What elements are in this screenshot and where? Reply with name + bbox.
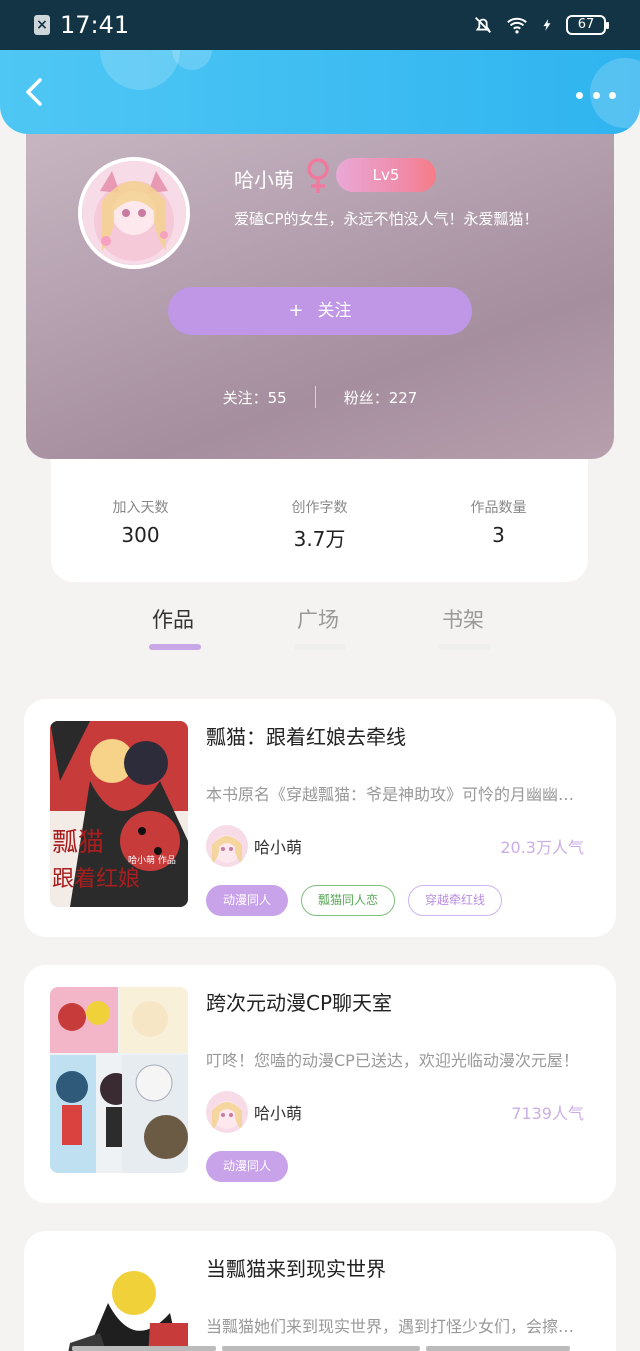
author-avatar[interactable] bbox=[206, 1091, 248, 1133]
work-title[interactable]: 跨次元动漫CP聊天室 bbox=[206, 987, 392, 1016]
more-options-icon[interactable] bbox=[576, 88, 616, 102]
stats-card: 加入天数 300 创作字数 3.7万 作品数量 3 bbox=[51, 459, 588, 582]
female-icon bbox=[307, 158, 329, 193]
decor-bubble bbox=[100, 50, 180, 90]
profile-tabs: 作品 广场 书架 bbox=[0, 604, 640, 656]
tag-list: 动漫同人 bbox=[206, 1151, 289, 1182]
charging-icon bbox=[543, 19, 551, 31]
popularity-count: 7139人气 bbox=[511, 1104, 584, 1123]
work-description: 当瓢猫她们来到现实世界，遇到打怪少女们，会擦… bbox=[206, 1317, 575, 1336]
svg-text:跟着红娘: 跟着红娘 bbox=[52, 867, 140, 892]
tab-indicator bbox=[149, 644, 201, 650]
popularity-count: 20.3万人气 bbox=[500, 838, 584, 857]
author-row: 哈小萌 7139人气 bbox=[206, 1091, 584, 1133]
author-name: 哈小萌 bbox=[254, 838, 303, 857]
wifi-icon bbox=[507, 17, 527, 34]
tag[interactable]: 动漫同人 bbox=[206, 885, 289, 916]
work-description: 叮咚！您嗑的动漫CP已送达，欢迎光临动漫次元屋！ bbox=[206, 1051, 579, 1070]
tag[interactable]: 瓢猫同人恋 bbox=[301, 885, 396, 916]
stat-word-count: 创作字数 3.7万 bbox=[245, 497, 395, 582]
svg-text:瓢猫: 瓢猫 bbox=[52, 828, 104, 858]
follow-counts: 关注：55 粉丝：227 bbox=[26, 386, 614, 408]
work-cover[interactable] bbox=[50, 1253, 188, 1351]
author-row: 哈小萌 20.3万人气 bbox=[206, 825, 584, 867]
app-notification-icon: × bbox=[34, 15, 50, 35]
fans-count[interactable]: 粉丝：227 bbox=[344, 387, 418, 408]
author-name: 哈小萌 bbox=[254, 1104, 303, 1123]
tab-indicator bbox=[294, 644, 346, 650]
scroll-indicator bbox=[0, 1346, 640, 1351]
stat-join-days: 加入天数 300 bbox=[66, 497, 216, 582]
stat-label: 作品数量 bbox=[470, 500, 527, 516]
tab-square[interactable]: 广场 bbox=[297, 604, 339, 634]
work-description: 本书原名《穿越瓢猫：爷是神助攻》可怜的月幽幽… bbox=[206, 785, 575, 804]
plus-icon: + bbox=[288, 300, 304, 321]
tag-list: 动漫同人 瓢猫同人恋 穿越牵红线 bbox=[206, 885, 503, 916]
work-cover[interactable] bbox=[50, 987, 188, 1173]
battery-icon: 67 bbox=[566, 15, 609, 35]
profile-header: 哈小萌 Lv5 爱磕CP的女生，永远不怕没人气！永爱瓢猫！ + 关注 关注：55 … bbox=[26, 110, 614, 459]
divider bbox=[314, 386, 316, 408]
tag[interactable]: 穿越牵红线 bbox=[408, 885, 503, 916]
back-icon[interactable] bbox=[18, 74, 54, 110]
following-count[interactable]: 关注：55 bbox=[223, 387, 287, 408]
tab-works[interactable]: 作品 bbox=[152, 604, 194, 634]
tab-indicator bbox=[439, 644, 491, 650]
stat-value: 3.7万 bbox=[293, 527, 346, 551]
user-bio: 爱磕CP的女生，永远不怕没人气！永爱瓢猫！ bbox=[234, 210, 539, 228]
follow-button-label: 关注 bbox=[317, 301, 352, 321]
work-cover[interactable]: 瓢猫 跟着红娘 哈小萌 作品 bbox=[50, 721, 188, 907]
status-bar: × 17:41 67 bbox=[0, 0, 640, 50]
status-time: 17:41 bbox=[60, 11, 130, 39]
work-card[interactable]: 瓢猫 跟着红娘 哈小萌 作品 瓢猫：跟着红娘去牵线 本书原名《穿越瓢猫：爷是神助… bbox=[24, 699, 616, 937]
follow-button[interactable]: + 关注 bbox=[168, 287, 472, 335]
work-card[interactable]: 当瓢猫来到现实世界 当瓢猫她们来到现实世界，遇到打怪少女们，会擦… bbox=[24, 1231, 616, 1351]
username: 哈小萌 bbox=[234, 168, 294, 192]
work-title[interactable]: 瓢猫：跟着红娘去牵线 bbox=[206, 721, 406, 750]
mute-bell-icon bbox=[475, 17, 491, 33]
stat-label: 加入天数 bbox=[112, 500, 169, 516]
svg-text:哈小萌 作品: 哈小萌 作品 bbox=[128, 854, 176, 866]
avatar[interactable] bbox=[78, 157, 190, 269]
decor-bubble bbox=[172, 50, 212, 70]
work-title[interactable]: 当瓢猫来到现实世界 bbox=[206, 1253, 386, 1282]
stat-label: 创作字数 bbox=[291, 500, 348, 516]
top-nav-bar bbox=[0, 50, 640, 134]
work-card[interactable]: 跨次元动漫CP聊天室 叮咚！您嗑的动漫CP已送达，欢迎光临动漫次元屋！ 哈小萌 … bbox=[24, 965, 616, 1203]
tag[interactable]: 动漫同人 bbox=[206, 1151, 289, 1182]
level-badge: Lv5 bbox=[336, 158, 436, 192]
stat-value: 3 bbox=[492, 523, 505, 547]
tab-bookshelf[interactable]: 书架 bbox=[442, 604, 484, 634]
author-avatar[interactable] bbox=[206, 825, 248, 867]
stat-works-count: 作品数量 3 bbox=[424, 497, 574, 582]
stat-value: 300 bbox=[121, 523, 160, 547]
